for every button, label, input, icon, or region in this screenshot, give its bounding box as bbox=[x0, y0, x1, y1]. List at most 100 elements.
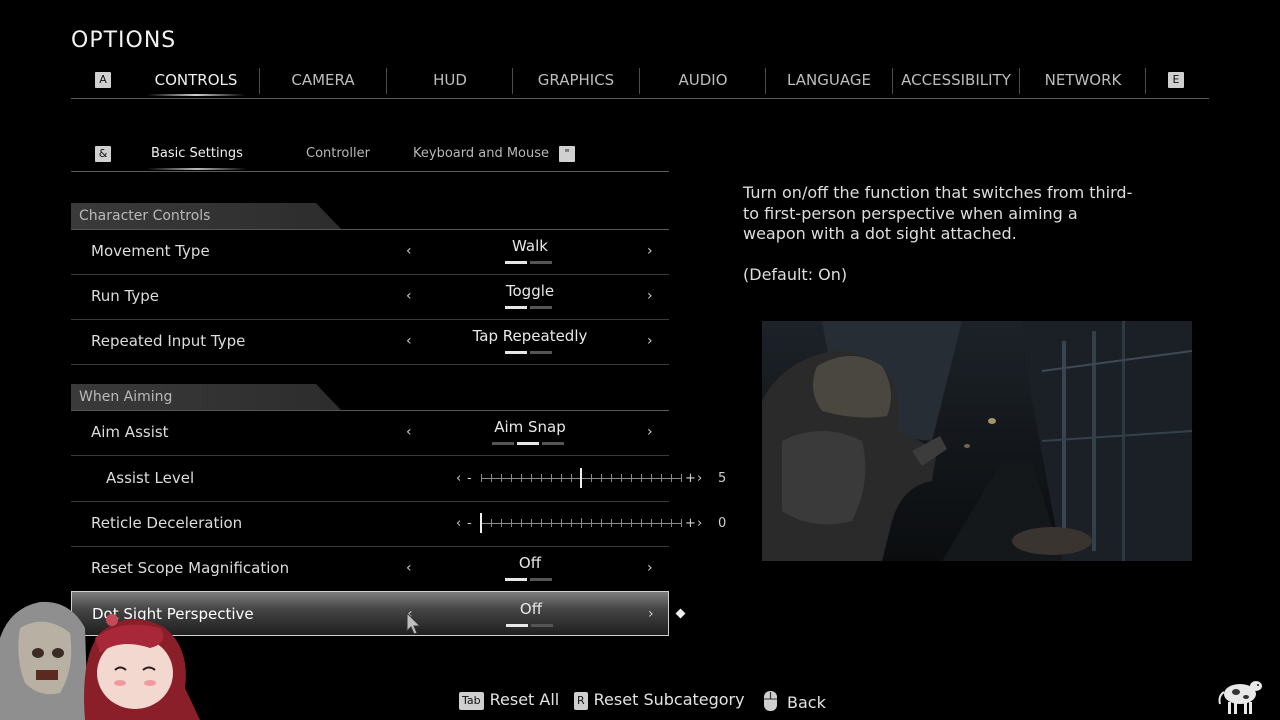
plus-icon[interactable]: + bbox=[685, 501, 696, 546]
slider-tick bbox=[641, 519, 642, 527]
right-arrow-icon[interactable]: › bbox=[647, 410, 653, 455]
left-arrow-icon[interactable]: ‹ bbox=[406, 546, 412, 591]
setting-label: Movement Type bbox=[91, 242, 210, 260]
row-reticle-deceleration[interactable]: Reticle Deceleration ‹ - + › 0 bbox=[71, 501, 726, 547]
prev-tab-key[interactable]: A bbox=[95, 72, 111, 88]
setting-label: Reticle Deceleration bbox=[91, 514, 243, 532]
slider-value: 5 bbox=[718, 471, 727, 486]
plus-icon[interactable]: + bbox=[685, 456, 696, 501]
setting-label: Aim Assist bbox=[91, 423, 169, 441]
row-assist-level[interactable]: Assist Level ‹ - + › 5 bbox=[71, 456, 726, 502]
prev-subtab-key[interactable]: & bbox=[95, 146, 111, 162]
setting-value: Aim Snap bbox=[494, 418, 566, 436]
tab-hud[interactable]: HUD bbox=[387, 62, 513, 98]
option-dot bbox=[531, 624, 553, 627]
reset-all-button[interactable]: Tab Reset All bbox=[459, 690, 559, 712]
section-when-aiming: When Aiming bbox=[71, 384, 669, 411]
slider-tick bbox=[661, 519, 662, 527]
selection-marker-icon bbox=[675, 608, 686, 619]
option-dot bbox=[505, 351, 527, 354]
assist-level-slider[interactable]: ‹ - + › 5 bbox=[456, 456, 726, 501]
slider-tick bbox=[511, 519, 512, 527]
option-dot bbox=[517, 442, 539, 445]
slider-thumb[interactable] bbox=[480, 513, 482, 533]
slider-tick bbox=[571, 519, 572, 527]
minus-icon[interactable]: - bbox=[467, 501, 472, 546]
slider-tick bbox=[521, 519, 522, 527]
right-arrow-icon[interactable]: › bbox=[648, 592, 654, 637]
slider-thumb[interactable] bbox=[580, 468, 582, 488]
slider-tick bbox=[561, 474, 562, 482]
row-movement-type[interactable]: Movement Type ‹ Walk › bbox=[71, 229, 669, 275]
slider-tick bbox=[481, 474, 482, 482]
right-arrow-icon[interactable]: › bbox=[647, 546, 653, 591]
tab-accessibility[interactable]: ACCESSIBILITY bbox=[893, 62, 1019, 98]
right-arrow-icon[interactable]: › bbox=[647, 229, 653, 274]
subtab-keyboard-and-mouse[interactable]: Keyboard and Mouse bbox=[413, 138, 549, 170]
slider-tick bbox=[591, 519, 592, 527]
setting-value: Tap Repeatedly bbox=[472, 327, 588, 345]
option-dot bbox=[530, 261, 552, 264]
slider-tick bbox=[641, 474, 642, 482]
right-arrow-icon[interactable]: › bbox=[647, 274, 653, 319]
slider-tick bbox=[561, 519, 562, 527]
setting-value: Walk bbox=[512, 237, 548, 255]
tab-network[interactable]: NETWORK bbox=[1020, 62, 1146, 98]
row-aim-assist[interactable]: Aim Assist ‹ Aim Snap › bbox=[71, 410, 669, 456]
streamer-avatar-overlay bbox=[0, 601, 200, 720]
slider-tick bbox=[541, 474, 542, 482]
tab-audio[interactable]: AUDIO bbox=[640, 62, 766, 98]
subtab-controller[interactable]: Controller bbox=[306, 138, 370, 170]
tab-key: Tab bbox=[459, 692, 484, 710]
option-dot bbox=[505, 261, 527, 264]
r-key: R bbox=[574, 692, 588, 710]
next-subtab-key[interactable]: " bbox=[559, 146, 575, 162]
slider-tick bbox=[551, 474, 552, 482]
option-dot bbox=[542, 442, 564, 445]
slider-tick bbox=[551, 519, 552, 527]
slider-tick bbox=[631, 474, 632, 482]
increase-chevron-icon[interactable]: › bbox=[697, 456, 702, 501]
decrease-chevron-icon[interactable]: ‹ bbox=[456, 501, 461, 546]
slider-tick bbox=[601, 474, 602, 482]
slider-tick bbox=[621, 519, 622, 527]
slider-tick bbox=[601, 519, 602, 527]
option-dot bbox=[506, 624, 528, 627]
section-title: When Aiming bbox=[71, 384, 341, 410]
row-reset-scope-magnification[interactable]: Reset Scope Magnification ‹ Off › bbox=[71, 546, 669, 592]
back-button[interactable]: Back bbox=[763, 690, 826, 712]
setting-value: Off bbox=[519, 600, 543, 618]
increase-chevron-icon[interactable]: › bbox=[697, 501, 702, 546]
tab-language[interactable]: LANGUAGE bbox=[766, 62, 892, 98]
slider-tick bbox=[661, 474, 662, 482]
row-repeated-input-type[interactable]: Repeated Input Type ‹ Tap Repeatedly › bbox=[71, 319, 669, 365]
page-title: OPTIONS bbox=[71, 28, 177, 53]
slider-tick bbox=[571, 474, 572, 482]
setting-label: Assist Level bbox=[106, 469, 195, 487]
setting-default: (Default: On) bbox=[743, 265, 848, 284]
tab-graphics[interactable]: GRAPHICS bbox=[513, 62, 639, 98]
row-run-type[interactable]: Run Type ‹ Toggle › bbox=[71, 274, 669, 320]
tab-camera[interactable]: CAMERA bbox=[260, 62, 386, 98]
reticle-deceleration-slider[interactable]: ‹ - + › 0 bbox=[456, 501, 726, 546]
slider-tick bbox=[501, 474, 502, 482]
left-arrow-icon[interactable]: ‹ bbox=[406, 319, 412, 364]
next-tab-key[interactable]: E bbox=[1168, 72, 1184, 88]
tab-controls[interactable]: CONTROLS bbox=[133, 62, 259, 98]
slider-tick bbox=[611, 519, 612, 527]
slider-tick bbox=[491, 474, 492, 482]
decrease-chevron-icon[interactable]: ‹ bbox=[456, 456, 461, 501]
right-arrow-icon[interactable]: › bbox=[647, 319, 653, 364]
slider-tick bbox=[531, 519, 532, 527]
slider-tick bbox=[631, 519, 632, 527]
subtab-basic-settings[interactable]: Basic Settings bbox=[147, 138, 247, 170]
back-label: Back bbox=[787, 693, 826, 712]
minus-icon[interactable]: - bbox=[467, 456, 472, 501]
reset-subcategory-label: Reset Subcategory bbox=[593, 690, 745, 709]
left-arrow-icon[interactable]: ‹ bbox=[406, 274, 412, 319]
section-character-controls: Character Controls bbox=[71, 203, 669, 230]
left-arrow-icon[interactable]: ‹ bbox=[406, 229, 412, 274]
left-arrow-icon[interactable]: ‹ bbox=[406, 410, 412, 455]
slider-value: 0 bbox=[718, 516, 727, 531]
reset-subcategory-button[interactable]: R Reset Subcategory bbox=[574, 690, 745, 712]
